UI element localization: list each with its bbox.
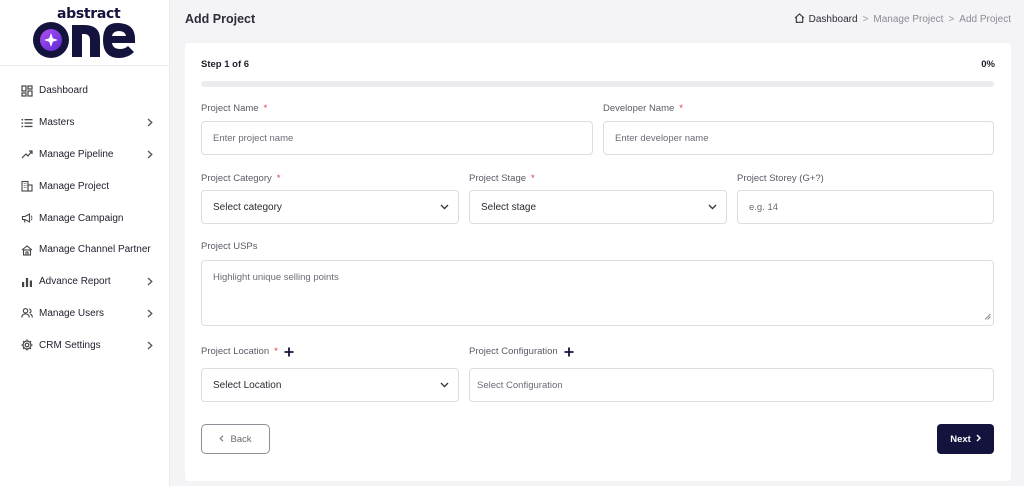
required-asterisk: * bbox=[263, 103, 268, 114]
breadcrumb-separator: > bbox=[948, 14, 955, 25]
project-location-select[interactable]: Select Location bbox=[201, 368, 459, 402]
sidebar-item-label: CRM Settings bbox=[39, 339, 101, 351]
chevron-right-icon bbox=[147, 341, 155, 350]
add-project-form-card: Step 1 of 6 0% Project Name * Enter proje… bbox=[185, 43, 1011, 481]
project-usps-label: Project USPs bbox=[201, 241, 258, 252]
step-indicator: Step 1 of 6 bbox=[201, 59, 250, 70]
chevron-right-icon bbox=[147, 150, 155, 159]
sidebar: abstract Dashboard Masters Manage Pipeli… bbox=[0, 0, 170, 486]
project-category-select[interactable]: Select category bbox=[201, 190, 459, 224]
sidebar-item-dashboard[interactable]: Dashboard bbox=[0, 75, 169, 107]
sidebar-item-label: Manage Users bbox=[39, 307, 105, 319]
resize-handle-icon[interactable] bbox=[984, 312, 991, 323]
sidebar-item-label: Manage Channel Partner bbox=[39, 244, 151, 256]
back-button[interactable]: Back bbox=[201, 424, 270, 454]
sidebar-item-manage-pipeline[interactable]: Manage Pipeline bbox=[0, 139, 169, 171]
chevron-right-icon bbox=[147, 277, 155, 286]
add-configuration-plus-icon[interactable] bbox=[564, 347, 574, 357]
back-button-label: Back bbox=[230, 433, 252, 445]
sidebar-item-label: Manage Pipeline bbox=[39, 148, 114, 160]
sidebar-nav: Dashboard Masters Manage Pipeline Manage… bbox=[0, 66, 169, 361]
sidebar-item-label: Manage Campaign bbox=[39, 212, 124, 224]
next-button[interactable]: Next bbox=[937, 424, 994, 454]
project-storey-label: Project Storey (G+?) bbox=[737, 173, 824, 184]
megaphone-icon bbox=[20, 212, 33, 225]
chevron-down-icon bbox=[708, 204, 717, 210]
sidebar-item-manage-users[interactable]: Manage Users bbox=[0, 298, 169, 330]
project-storey-input[interactable]: e.g. 14 bbox=[737, 190, 994, 224]
building-icon bbox=[20, 180, 33, 193]
chevron-down-icon bbox=[440, 382, 449, 388]
required-asterisk: * bbox=[531, 173, 535, 184]
next-button-label: Next bbox=[950, 433, 971, 445]
add-location-plus-icon[interactable] bbox=[284, 347, 294, 357]
chevron-down-icon bbox=[440, 204, 449, 210]
select-value: Select stage bbox=[481, 201, 537, 213]
breadcrumb-current: Add Project bbox=[959, 14, 1011, 25]
required-asterisk: * bbox=[276, 173, 281, 184]
project-configuration-label: Project Configuration bbox=[469, 346, 574, 357]
breadcrumb-manage-project-link[interactable]: Manage Project bbox=[873, 14, 943, 25]
breadcrumb-separator: > bbox=[862, 14, 869, 25]
project-usps-textarea[interactable]: Highlight unique selling points bbox=[201, 260, 994, 326]
pipeline-icon bbox=[20, 148, 33, 161]
project-category-label: Project Category * bbox=[201, 173, 281, 184]
logo-one-icon bbox=[33, 22, 135, 58]
breadcrumb: Dashboard > Manage Project > Add Project bbox=[794, 13, 1011, 26]
project-configuration-multiselect[interactable]: Select Configuration bbox=[469, 368, 994, 402]
brand-logo[interactable]: abstract bbox=[0, 0, 169, 66]
sidebar-item-label: Dashboard bbox=[39, 85, 88, 97]
project-name-input[interactable]: Enter project name bbox=[201, 121, 593, 155]
chevron-right-icon bbox=[976, 433, 981, 445]
sidebar-item-advance-report[interactable]: Advance Report bbox=[0, 266, 169, 298]
sidebar-item-label: Advance Report bbox=[39, 276, 111, 288]
dashboard-grid-icon bbox=[20, 84, 33, 97]
sidebar-item-manage-project[interactable]: Manage Project bbox=[0, 170, 169, 202]
select-value: Select Location bbox=[213, 379, 282, 391]
users-icon bbox=[20, 307, 33, 320]
progress-bar bbox=[201, 81, 994, 87]
breadcrumb-item: Dashboard bbox=[808, 14, 858, 25]
required-asterisk: * bbox=[274, 346, 278, 357]
developer-name-input[interactable]: Enter developer name bbox=[603, 121, 994, 155]
gear-icon bbox=[20, 339, 33, 352]
sidebar-item-crm-settings[interactable]: CRM Settings bbox=[0, 329, 169, 361]
chevron-left-icon bbox=[219, 434, 224, 445]
sidebar-item-label: Manage Project bbox=[39, 180, 110, 192]
project-name-label: Project Name * bbox=[201, 103, 268, 114]
partner-icon bbox=[20, 243, 33, 256]
sidebar-item-label: Masters bbox=[39, 117, 75, 129]
sidebar-item-masters[interactable]: Masters bbox=[0, 107, 169, 139]
project-stage-label: Project Stage * bbox=[469, 173, 535, 184]
breadcrumb-dashboard-link[interactable]: Dashboard bbox=[794, 13, 858, 26]
project-stage-select[interactable]: Select stage bbox=[469, 190, 727, 224]
developer-name-label: Developer Name * bbox=[603, 103, 683, 114]
chevron-right-icon bbox=[147, 309, 155, 318]
textarea-placeholder: Highlight unique selling points bbox=[213, 272, 339, 283]
progress-percent: 0% bbox=[981, 59, 995, 70]
page-title: Add Project bbox=[185, 12, 256, 26]
select-value: Select category bbox=[213, 201, 282, 213]
sidebar-item-manage-campaign[interactable]: Manage Campaign bbox=[0, 202, 169, 234]
required-asterisk: * bbox=[679, 103, 683, 114]
bar-chart-icon bbox=[20, 275, 33, 288]
home-icon bbox=[794, 13, 805, 26]
sidebar-item-manage-channel-partner[interactable]: Manage Channel Partner bbox=[0, 234, 169, 266]
project-location-label: Project Location * bbox=[201, 346, 294, 357]
list-icon bbox=[20, 116, 33, 129]
chevron-right-icon bbox=[147, 118, 155, 127]
